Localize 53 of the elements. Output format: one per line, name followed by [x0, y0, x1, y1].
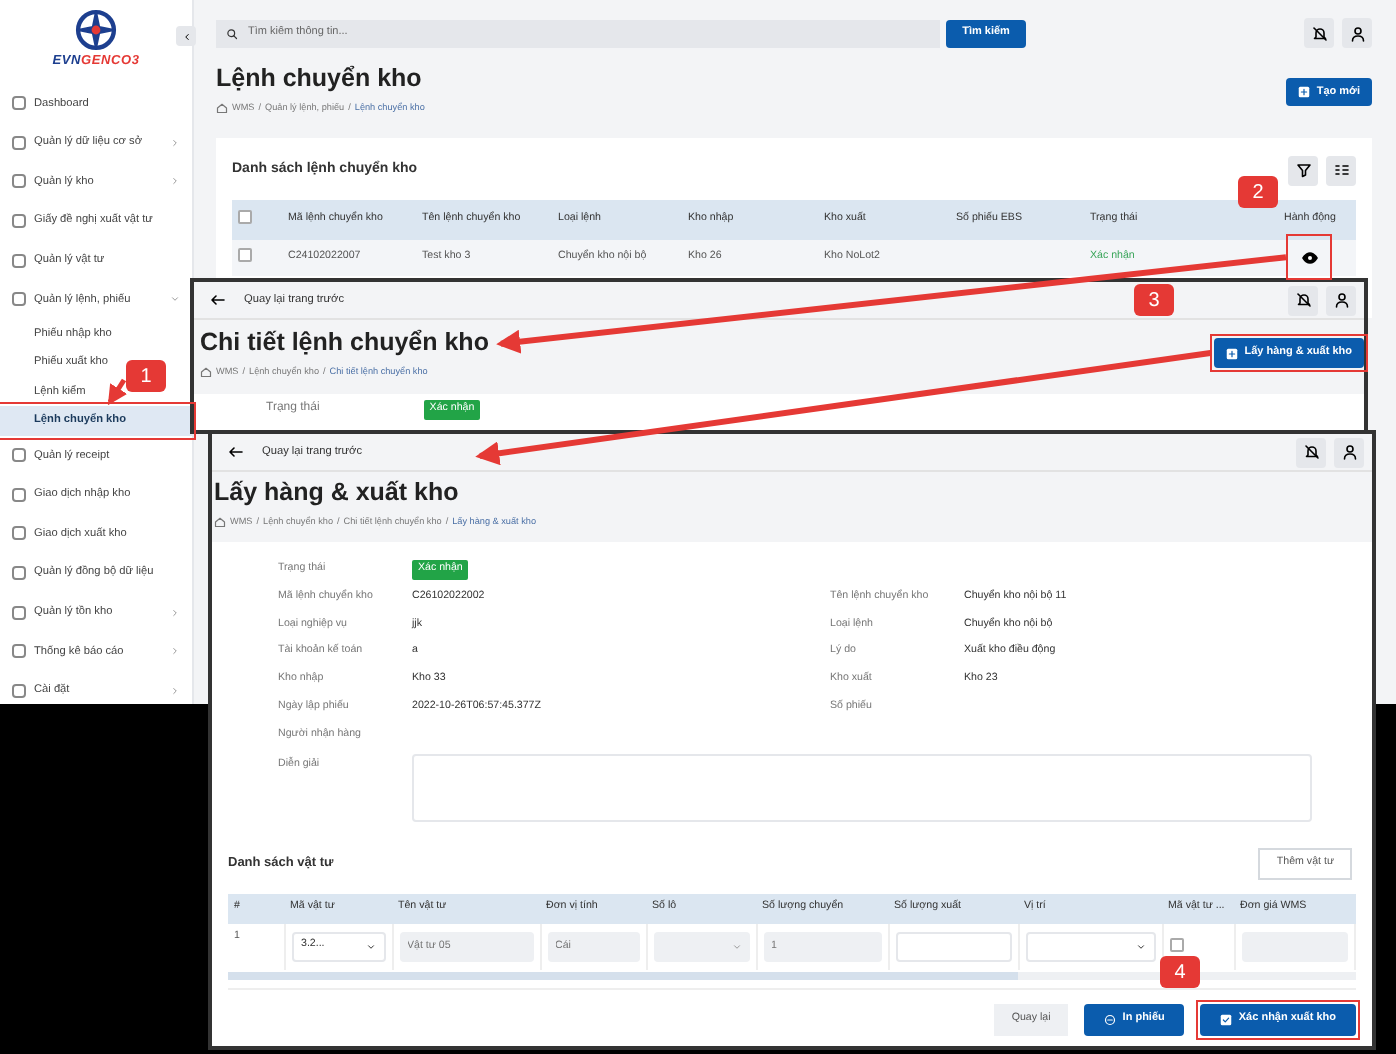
notification-off-button[interactable]	[1304, 18, 1334, 48]
page-title: Lệnh chuyển kho	[216, 66, 424, 94]
chevron-down-icon	[365, 941, 375, 952]
columns-icon	[1333, 162, 1349, 179]
account-button[interactable]	[1334, 437, 1364, 467]
filter-icon	[1295, 162, 1311, 179]
back-arrow-icon	[209, 292, 225, 308]
home-icon	[214, 516, 226, 529]
home-icon	[216, 102, 228, 115]
user-icon	[1341, 444, 1357, 460]
user-icon	[1349, 25, 1365, 41]
chevron-down-icon	[731, 941, 741, 952]
star-logo-icon	[74, 8, 118, 52]
columns-button[interactable]	[1326, 155, 1356, 186]
input-field[interactable]	[895, 931, 1011, 962]
description-field[interactable]	[412, 753, 1312, 822]
page-title: Lấy hàng & xuất kho	[214, 480, 461, 508]
bell-off-icon	[1295, 292, 1311, 308]
search-icon	[226, 27, 238, 39]
row-checkbox[interactable]	[238, 248, 252, 263]
highlight-frame	[1286, 234, 1332, 281]
pointer-arrow	[107, 378, 128, 406]
chevron-right-icon	[170, 685, 180, 696]
step-number-badge: 4	[1160, 956, 1200, 988]
chevron-left-icon	[181, 31, 191, 41]
select-field[interactable]	[1025, 931, 1155, 962]
account-button[interactable]	[1342, 18, 1372, 48]
chevron-right-icon	[170, 176, 180, 187]
circle-minus-icon	[1104, 1013, 1117, 1026]
bell-off-icon	[1303, 444, 1319, 460]
chevron-right-icon	[170, 137, 180, 148]
plus-icon	[1298, 86, 1311, 98]
chevron-right-icon	[170, 646, 180, 657]
step-number-badge: 3	[1134, 284, 1174, 316]
filter-button[interactable]	[1288, 155, 1318, 186]
user-icon	[1333, 292, 1349, 308]
bell-off-icon	[1311, 25, 1327, 41]
row-checkbox[interactable]	[1169, 937, 1183, 952]
back-arrow-icon	[227, 444, 243, 460]
account-button[interactable]	[1326, 285, 1356, 315]
chevron-down-icon	[1135, 941, 1145, 952]
home-icon	[200, 366, 212, 379]
step-number-badge: 1	[126, 360, 166, 392]
step-number-badge: 2	[1238, 176, 1278, 208]
notification-off-button[interactable]	[1296, 437, 1326, 467]
chevron-down-icon	[170, 294, 180, 305]
plus-icon	[1226, 347, 1239, 359]
check-square-icon	[1220, 1013, 1233, 1026]
notification-off-button[interactable]	[1288, 285, 1318, 315]
eye-icon	[1301, 249, 1317, 266]
chevron-right-icon	[170, 607, 180, 618]
select-all-checkbox[interactable]	[238, 210, 252, 225]
page-title: Chi tiết lệnh chuyển kho	[200, 330, 489, 358]
